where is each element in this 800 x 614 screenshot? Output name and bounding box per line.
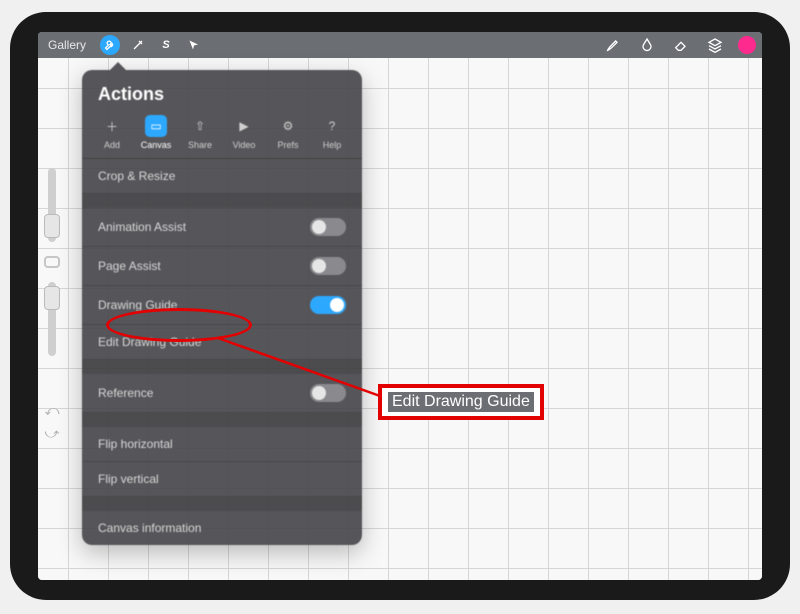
eraser-tool-button[interactable]	[670, 34, 692, 56]
menu-animation-assist[interactable]: Animation Assist	[82, 208, 362, 247]
selection-button[interactable]: S	[156, 35, 176, 55]
gear-icon: ⚙	[277, 115, 299, 137]
menu-flip-vertical[interactable]: Flip vertical	[82, 462, 362, 497]
screen: Gallery S	[38, 32, 762, 580]
actions-popup: Actions ＋ Add ▭ Canvas ⇧ Share ▶ Video	[82, 70, 362, 545]
top-toolbar: Gallery S	[38, 32, 762, 58]
menu-label: Flip horizontal	[98, 437, 173, 451]
brush-tool-button[interactable]	[602, 34, 624, 56]
menu-crop-resize[interactable]: Crop & Resize	[82, 159, 362, 194]
brush-size-slider[interactable]	[48, 168, 56, 242]
menu-label: Canvas information	[98, 521, 201, 535]
canvas-icon: ▭	[145, 115, 167, 137]
help-icon: ?	[321, 115, 343, 137]
tab-video[interactable]: ▶ Video	[224, 115, 264, 150]
tab-add[interactable]: ＋ Add	[92, 115, 132, 150]
menu-page-assist[interactable]: Page Assist	[82, 247, 362, 286]
s-icon: S	[162, 39, 169, 51]
layers-button[interactable]	[704, 34, 726, 56]
actions-title: Actions	[82, 70, 362, 115]
tab-label: Prefs	[277, 140, 298, 150]
actions-wrench-button[interactable]	[100, 35, 120, 55]
menu-edit-drawing-guide[interactable]: Edit Drawing Guide	[82, 325, 362, 360]
toggle-drawing-guide[interactable]	[310, 296, 346, 314]
modify-button[interactable]	[44, 256, 60, 269]
adjustments-wand-button[interactable]	[128, 35, 148, 55]
annotation-label-text: Edit Drawing Guide	[388, 392, 534, 412]
actions-tab-row: ＋ Add ▭ Canvas ⇧ Share ▶ Video ⚙ Prefs	[82, 115, 362, 158]
color-picker-button[interactable]	[738, 36, 756, 54]
sidebar-sliders: ⤺ ⤻	[42, 162, 62, 442]
tab-prefs[interactable]: ⚙ Prefs	[268, 115, 308, 150]
menu-label: Edit Drawing Guide	[98, 335, 201, 349]
tab-help[interactable]: ? Help	[312, 115, 352, 150]
menu-flip-horizontal[interactable]: Flip horizontal	[82, 427, 362, 462]
plus-icon: ＋	[101, 115, 123, 137]
transform-arrow-button[interactable]	[184, 35, 204, 55]
share-icon: ⇧	[189, 115, 211, 137]
menu-label: Drawing Guide	[98, 298, 177, 312]
play-icon: ▶	[233, 115, 255, 137]
slider-thumb[interactable]	[44, 286, 60, 310]
tab-share[interactable]: ⇧ Share	[180, 115, 220, 150]
ipad-frame: Gallery S	[10, 12, 790, 600]
menu-label: Flip vertical	[98, 472, 159, 486]
toggle-page-assist[interactable]	[310, 257, 346, 275]
toggle-reference[interactable]	[310, 384, 346, 402]
slider-thumb[interactable]	[44, 214, 60, 238]
tab-canvas[interactable]: ▭ Canvas	[136, 115, 176, 150]
toggle-animation-assist[interactable]	[310, 218, 346, 236]
menu-label: Crop & Resize	[98, 169, 175, 183]
opacity-slider[interactable]	[48, 282, 56, 356]
annotation-label-box: Edit Drawing Guide	[378, 384, 544, 420]
menu-label: Page Assist	[98, 259, 161, 273]
tab-label: Add	[104, 140, 120, 150]
menu-canvas-information[interactable]: Canvas information	[82, 511, 362, 545]
menu-label: Animation Assist	[98, 220, 186, 234]
gallery-button[interactable]: Gallery	[44, 38, 90, 52]
menu-reference[interactable]: Reference	[82, 374, 362, 413]
undo-button[interactable]: ⤺	[45, 402, 60, 419]
menu-label: Reference	[98, 386, 153, 400]
tab-label: Canvas	[141, 140, 172, 150]
smudge-tool-button[interactable]	[636, 34, 658, 56]
tab-label: Share	[188, 140, 212, 150]
menu-drawing-guide[interactable]: Drawing Guide	[82, 286, 362, 325]
redo-button[interactable]: ⤻	[45, 425, 60, 442]
tab-label: Video	[233, 140, 256, 150]
tab-label: Help	[323, 140, 342, 150]
